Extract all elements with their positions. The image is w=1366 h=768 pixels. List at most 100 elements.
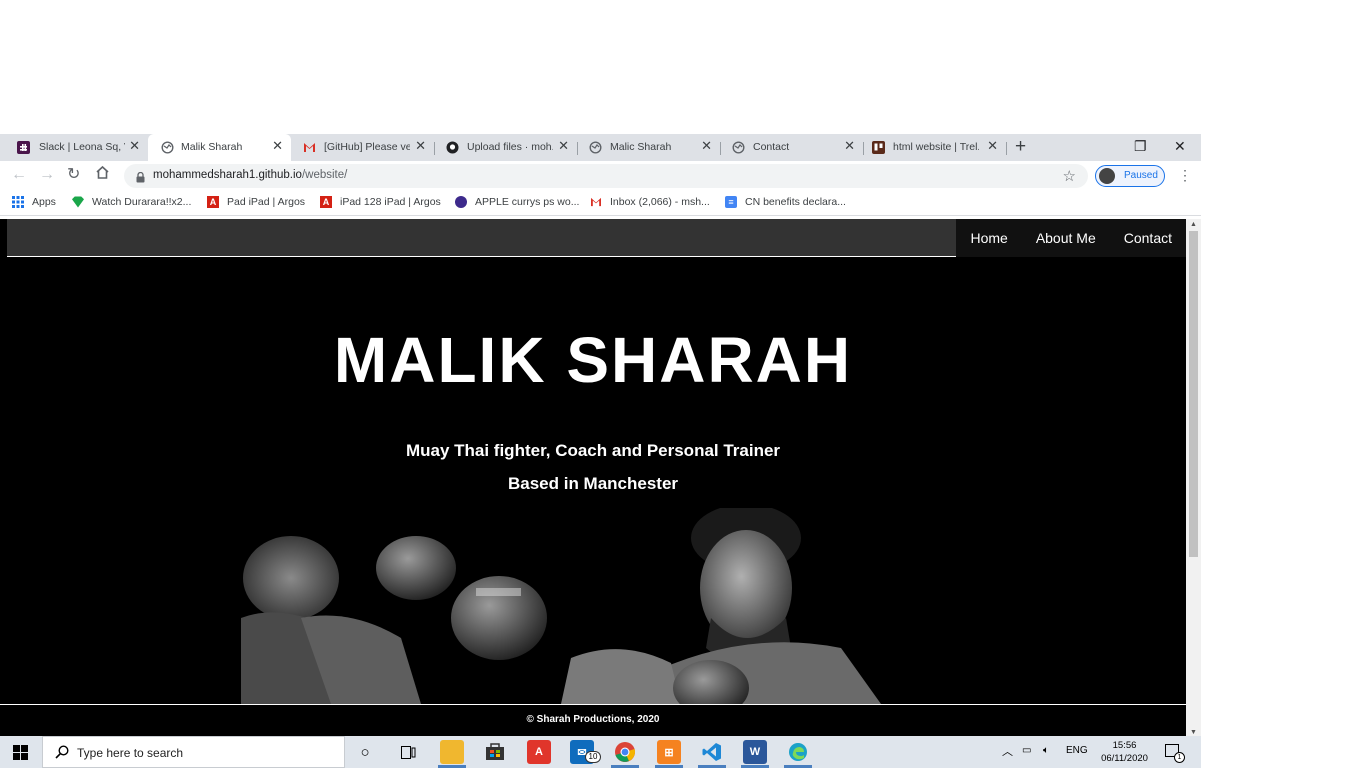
gem-icon [72,196,84,208]
bookmark-label: Pad iPad | Argos [227,196,306,208]
bookmark-label: Watch Durarara!!x2... [92,196,192,208]
back-arrow-icon[interactable]: ← [11,166,27,184]
slack-icon [17,141,30,154]
search-placeholder: Type here to search [77,746,184,760]
bookmarks-bar: Apps Watch Durarara!!x2... A Pad iPad | … [0,191,1201,216]
bookmark-label: APPLE currys ps wo... [475,196,580,208]
bookmark-ipad-argos[interactable]: A Pad iPad | Argos [207,196,305,208]
close-tab-icon[interactable]: ✕ [701,139,712,153]
hero-location: Based in Manchester [507,474,679,493]
bookmark-label: CN benefits declara... [745,196,846,208]
nav-link-about-me[interactable]: About Me [1022,219,1110,257]
new-tab-plus-icon[interactable]: + [1015,137,1026,157]
volume-icon[interactable]: 🔈︎ [1043,745,1049,756]
search-icon [55,745,69,762]
home-icon[interactable] [95,165,110,185]
office-app-icon[interactable]: ⊞ [657,740,681,764]
argos-icon: A [320,196,332,208]
store-icon[interactable] [483,740,507,764]
task-view-icon[interactable] [396,740,420,764]
avatar [1099,168,1115,184]
tab-malik-sharah[interactable]: Malik Sharah ✕ [148,134,291,161]
tab-label: Malik Sharah [181,141,243,153]
word-icon[interactable]: W [743,740,767,764]
footer-copyright: © Sharah Productions, 2020 [526,714,660,725]
mail-badge: 10 [585,751,601,763]
globe-icon [589,141,602,154]
browser-toolbar: ← → ↻ mohammedsharah1.github.io/website/… [0,161,1201,191]
address-bar[interactable]: mohammedsharah1.github.io/website/ ☆ [124,164,1088,188]
bookmark-durarara[interactable]: Watch Durarara!!x2... [72,196,191,208]
apps-grid-icon [12,196,24,208]
notification-count: 1 [1174,752,1185,763]
profile-status: Paused [1124,170,1158,181]
site-nav-menu: Home About Me Contact [956,219,1186,257]
tab-trello[interactable]: html website | Trel... ✕ [863,134,1006,161]
tab-divider [1006,142,1007,155]
restore-window-icon[interactable]: ❐ [1134,138,1147,155]
close-tab-icon[interactable]: ✕ [987,139,998,153]
tab-github-email[interactable]: [GitHub] Please ve... ✕ [291,134,434,161]
docs-icon: ≡ [725,196,737,208]
vscode-icon[interactable] [700,740,724,764]
tab-strip: Slack | Leona Sq, V... ✕ Malik Sharah ✕ … [0,134,1201,161]
argos-icon: A [207,196,219,208]
close-tab-icon[interactable]: ✕ [415,139,426,153]
page-scrollbar[interactable]: ▲ ▼ [1186,219,1201,738]
language-indicator[interactable]: ENG [1066,745,1088,756]
bookmark-star-icon[interactable]: ☆ [1063,167,1076,185]
scroll-up-arrow-icon[interactable]: ▲ [1190,221,1197,228]
tab-upload-files[interactable]: Upload files · moh... ✕ [434,134,577,161]
tray-chevron-up-icon[interactable]: ︿ [1002,743,1013,759]
nav-link-contact[interactable]: Contact [1110,219,1186,257]
menu-kebab-icon[interactable]: ⋮ [1178,168,1192,182]
acrobat-icon[interactable]: A [527,740,551,764]
battery-icon[interactable]: ▭ [1022,745,1031,756]
edge-icon[interactable] [786,740,810,764]
url-path: /website/ [301,169,348,181]
system-clock[interactable]: 15:56 06/11/2020 [1097,739,1152,765]
tab-malic-sharah[interactable]: Malic Sharah ✕ [577,134,720,161]
tab-label: Slack | Leona Sq, V... [39,141,125,153]
windows-taskbar: Type here to search ○ A ✉ 10 ⊞ W ︿ ▭ � [0,736,1201,768]
profile-button[interactable]: Paused [1095,165,1165,187]
gmail-icon [303,141,316,154]
close-window-icon[interactable]: ✕ [1174,138,1186,155]
forward-arrow-icon[interactable]: → [39,166,55,184]
globe-icon [732,141,745,154]
bookmark-label: iPad 128 iPad | Argos [340,196,441,208]
scrollbar-thumb[interactable] [1189,231,1198,557]
site-navbar: Home About Me Contact [7,219,1186,257]
trello-icon [872,141,885,154]
bookmark-cn-benefits[interactable]: ≡ CN benefits declara... [725,196,846,208]
globe-icon [161,141,174,154]
hero-section: MALIK SHARAH Muay Thai fighter, Coach an… [0,258,1186,704]
close-tab-icon[interactable]: ✕ [272,139,283,153]
tab-label: Malic Sharah [610,141,672,153]
bookmark-currys[interactable]: APPLE currys ps wo... [455,196,579,208]
windows-start-icon[interactable] [13,745,28,760]
close-tab-icon[interactable]: ✕ [844,139,855,153]
hero-subtitle: Muay Thai fighter, Coach and Personal Tr… [405,441,781,460]
tab-slack[interactable]: Slack | Leona Sq, V... ✕ [0,134,148,161]
bookmark-ipad128-argos[interactable]: A iPad 128 iPad | Argos [320,196,441,208]
url-domain: mohammedsharah1.github.io [153,169,302,181]
url-text: mohammedsharah1.github.io/website/ [153,169,347,181]
scroll-down-arrow-icon[interactable]: ▼ [1190,729,1197,736]
bookmark-apps[interactable]: Apps [12,196,56,208]
reload-icon[interactable]: ↻ [67,166,80,184]
taskbar-search-box[interactable]: Type here to search [42,736,345,768]
tab-contact[interactable]: Contact ✕ [720,134,863,161]
cortana-icon[interactable]: ○ [353,740,377,764]
tab-label: [GitHub] Please ve... [324,141,410,153]
file-explorer-icon[interactable] [440,740,464,764]
close-tab-icon[interactable]: ✕ [129,139,140,153]
tab-label: html website | Trel... [893,141,979,153]
bookmark-label: Apps [32,196,56,208]
chrome-icon[interactable] [613,740,637,764]
currys-icon [455,196,467,208]
bookmark-inbox[interactable]: Inbox (2,066) - msh... [590,196,710,208]
clock-time: 15:56 [1112,740,1137,751]
nav-link-home[interactable]: Home [956,219,1021,257]
close-tab-icon[interactable]: ✕ [558,139,569,153]
